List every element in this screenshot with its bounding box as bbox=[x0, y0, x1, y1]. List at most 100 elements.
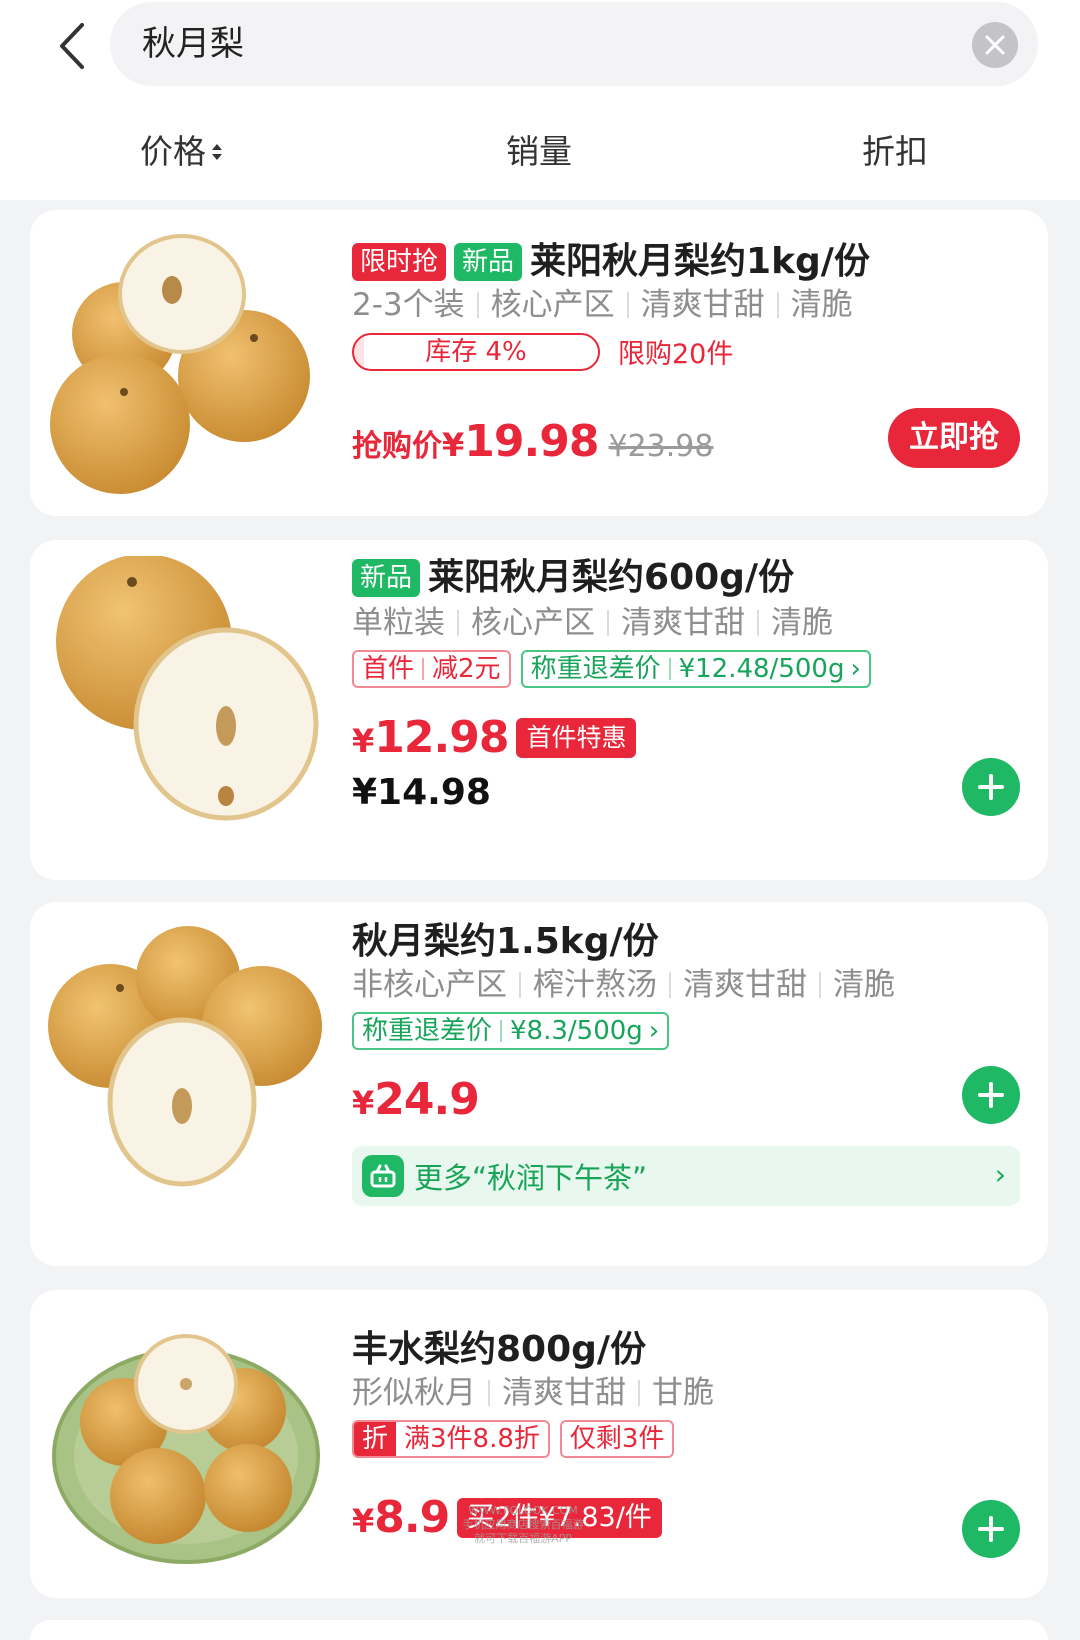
feature-text: 甘脆 bbox=[652, 1375, 714, 1411]
add-to-cart-button[interactable] bbox=[962, 758, 1020, 816]
currency-symbol: ¥ bbox=[352, 1084, 375, 1122]
chevron-right-icon: › bbox=[850, 654, 861, 684]
product-card[interactable] bbox=[30, 1620, 1048, 1640]
pear-product-image bbox=[48, 926, 322, 1187]
back-button[interactable] bbox=[52, 20, 92, 72]
basket-icon bbox=[362, 1155, 404, 1197]
buy-now-button[interactable]: 立即抢 bbox=[888, 408, 1020, 468]
feature-text: 清脆 bbox=[771, 605, 833, 641]
tag-text: 称重退差价 bbox=[362, 1016, 493, 1046]
price-row: ¥ 24.9 bbox=[352, 1074, 480, 1125]
product-features: 非核心产区 榨汁熬汤 清爽甘甜 清脆 bbox=[352, 964, 895, 1006]
regular-price: ¥14.98 bbox=[352, 772, 491, 813]
sale-price: 19.98 bbox=[464, 416, 599, 467]
product-title: 莱阳秋月梨约1kg/份 bbox=[530, 241, 870, 282]
tab-discount-label: 折扣 bbox=[862, 132, 928, 171]
product-features: 形似秋月 清爽甘甜 甘脆 bbox=[352, 1372, 714, 1414]
top-bar: 秋月梨 价格 销量 折扣 bbox=[0, 0, 1080, 200]
tab-sales-label: 销量 bbox=[506, 132, 572, 171]
tab-discount[interactable]: 折扣 bbox=[862, 130, 928, 174]
product-card[interactable]: 秋月梨约1.5kg/份 非核心产区 榨汁熬汤 清爽甘甜 清脆 称重退差价 ¥8.3/50… bbox=[30, 902, 1048, 1266]
product-info: 丰水梨约800g/份 形似秋月 清爽甘甜 甘脆 折满3件8.8折 仅剩3件 ¥ 8.… bbox=[352, 1290, 1020, 1598]
tab-price[interactable]: 价格 bbox=[140, 130, 222, 174]
title-row: 新品 莱阳秋月梨约600g/份 bbox=[352, 554, 794, 602]
product-features: 单粒装 核心产区 清爽甘甜 清脆 bbox=[352, 602, 833, 644]
tag-text: 称重退差价 bbox=[530, 654, 661, 684]
tag-row: 称重退差价 ¥8.3/500g › bbox=[352, 1012, 670, 1050]
tab-sales[interactable]: 销量 bbox=[506, 130, 572, 174]
remaining-stock-tag: 仅剩3件 bbox=[559, 1420, 675, 1458]
sale-price: 12.98 bbox=[374, 712, 509, 763]
product-info: 限时抢 新品 莱阳秋月梨约1kg/份 2-3个装 核心产区 清爽甘甜 清脆 库存 4%… bbox=[352, 210, 1020, 516]
price-row: ¥ 8.9 买2件¥7.83/件 bbox=[352, 1492, 662, 1543]
discount-mark: 折 bbox=[354, 1422, 397, 1456]
feature-text: 形似秋月 bbox=[352, 1375, 476, 1411]
tag-row: 折满3件8.8折 仅剩3件 bbox=[352, 1420, 675, 1458]
pear-product-image bbox=[52, 1334, 320, 1564]
multi-buy-promo-tag: 买2件¥7.83/件 bbox=[457, 1497, 662, 1538]
price-label: 抢购价 bbox=[352, 429, 442, 464]
product-info: 新品 莱阳秋月梨约600g/份 单粒装 核心产区 清爽甘甜 清脆 首件 减2元 称重退差… bbox=[352, 540, 1020, 880]
product-title: 莱阳秋月梨约600g/份 bbox=[428, 557, 795, 598]
feature-text: 清爽甘甜 bbox=[683, 967, 807, 1003]
sale-price: 24.9 bbox=[374, 1074, 480, 1125]
tag-text: 满3件8.8折 bbox=[404, 1424, 540, 1454]
first-item-special-tag: 首件特惠 bbox=[516, 717, 637, 758]
feature-text: 清爽甘甜 bbox=[502, 1375, 626, 1411]
feature-text: 榨汁熬汤 bbox=[533, 967, 657, 1003]
product-title: 丰水梨约800g/份 bbox=[352, 1329, 647, 1370]
weight-refund-tag[interactable]: 称重退差价 ¥12.48/500g › bbox=[520, 650, 871, 688]
feature-text: 清爽甘甜 bbox=[640, 287, 765, 323]
chevron-right-icon: › bbox=[994, 1158, 1006, 1191]
title-row: 秋月梨约1.5kg/份 bbox=[352, 918, 659, 966]
stock-progress: 库存 4% bbox=[352, 332, 600, 371]
more-collection-link[interactable]: 更多“秋润下午茶” › bbox=[352, 1146, 1020, 1206]
add-to-cart-button[interactable] bbox=[962, 1066, 1020, 1124]
sort-arrows-icon bbox=[212, 144, 222, 160]
pear-product-image bbox=[50, 234, 310, 494]
tag-text: ¥8.3/500g bbox=[510, 1016, 643, 1046]
flash-sale-badge: 限时抢 bbox=[352, 243, 447, 281]
weight-refund-tag[interactable]: 称重退差价 ¥8.3/500g › bbox=[352, 1012, 670, 1050]
currency-symbol: ¥ bbox=[442, 426, 465, 464]
search-input[interactable]: 秋月梨 bbox=[110, 2, 1038, 86]
chevron-left-icon bbox=[60, 23, 84, 69]
currency-symbol: ¥ bbox=[352, 1502, 375, 1540]
feature-text: 核心产区 bbox=[490, 287, 615, 323]
tab-price-label: 价格 bbox=[140, 132, 206, 171]
purchase-limit: 限购20件 bbox=[618, 339, 734, 370]
feature-text: 清爽甘甜 bbox=[621, 605, 745, 641]
close-icon bbox=[985, 35, 1005, 55]
feature-text: 核心产区 bbox=[471, 605, 595, 641]
plus-icon bbox=[978, 1082, 1004, 1108]
feature-text: 单粒装 bbox=[352, 605, 445, 641]
basket-icon-glyph bbox=[370, 1164, 396, 1188]
feature-text: 2-3个装 bbox=[352, 287, 465, 323]
product-card[interactable]: 丰水梨约800g/份 形似秋月 清爽甘甜 甘脆 折满3件8.8折 仅剩3件 ¥ 8.… bbox=[30, 1290, 1048, 1598]
first-item-discount-tag: 首件 减2元 bbox=[352, 650, 511, 688]
search-query-text[interactable]: 秋月梨 bbox=[142, 22, 244, 66]
clear-search-button[interactable] bbox=[972, 22, 1018, 68]
tag-text: ¥12.48/500g bbox=[678, 654, 845, 684]
feature-text: 清脆 bbox=[833, 967, 895, 1003]
product-features: 2-3个装 核心产区 清爽甘甜 清脆 bbox=[352, 284, 853, 326]
new-badge: 新品 bbox=[454, 243, 523, 281]
product-card[interactable]: 限时抢 新品 莱阳秋月梨约1kg/份 2-3个装 核心产区 清爽甘甜 清脆 库存 4%… bbox=[30, 210, 1048, 516]
product-card[interactable]: 新品 莱阳秋月梨约600g/份 单粒装 核心产区 清爽甘甜 清脆 首件 减2元 称重退差… bbox=[30, 540, 1048, 880]
plus-icon bbox=[978, 774, 1004, 800]
more-collection-text: 更多“秋润下午茶” bbox=[414, 1161, 648, 1195]
sale-price: 8.9 bbox=[374, 1492, 450, 1543]
plus-icon bbox=[978, 1516, 1004, 1542]
price-row: ¥ 12.98 首件特惠 bbox=[352, 712, 637, 763]
title-row: 限时抢 新品 莱阳秋月梨约1kg/份 bbox=[352, 238, 870, 286]
product-title: 秋月梨约1.5kg/份 bbox=[352, 921, 659, 962]
sort-tabs: 价格 销量 折扣 bbox=[0, 120, 1080, 180]
price-row: 抢购价 ¥ 19.98 ¥23.98 bbox=[352, 416, 713, 467]
tag-text: 减2元 bbox=[432, 654, 501, 684]
title-row: 丰水梨约800g/份 bbox=[352, 1326, 646, 1374]
feature-text: 清脆 bbox=[790, 287, 853, 323]
new-badge: 新品 bbox=[352, 559, 421, 597]
currency-symbol: ¥ bbox=[352, 722, 375, 760]
add-to-cart-button[interactable] bbox=[962, 1500, 1020, 1558]
original-price: ¥23.98 bbox=[608, 429, 714, 464]
